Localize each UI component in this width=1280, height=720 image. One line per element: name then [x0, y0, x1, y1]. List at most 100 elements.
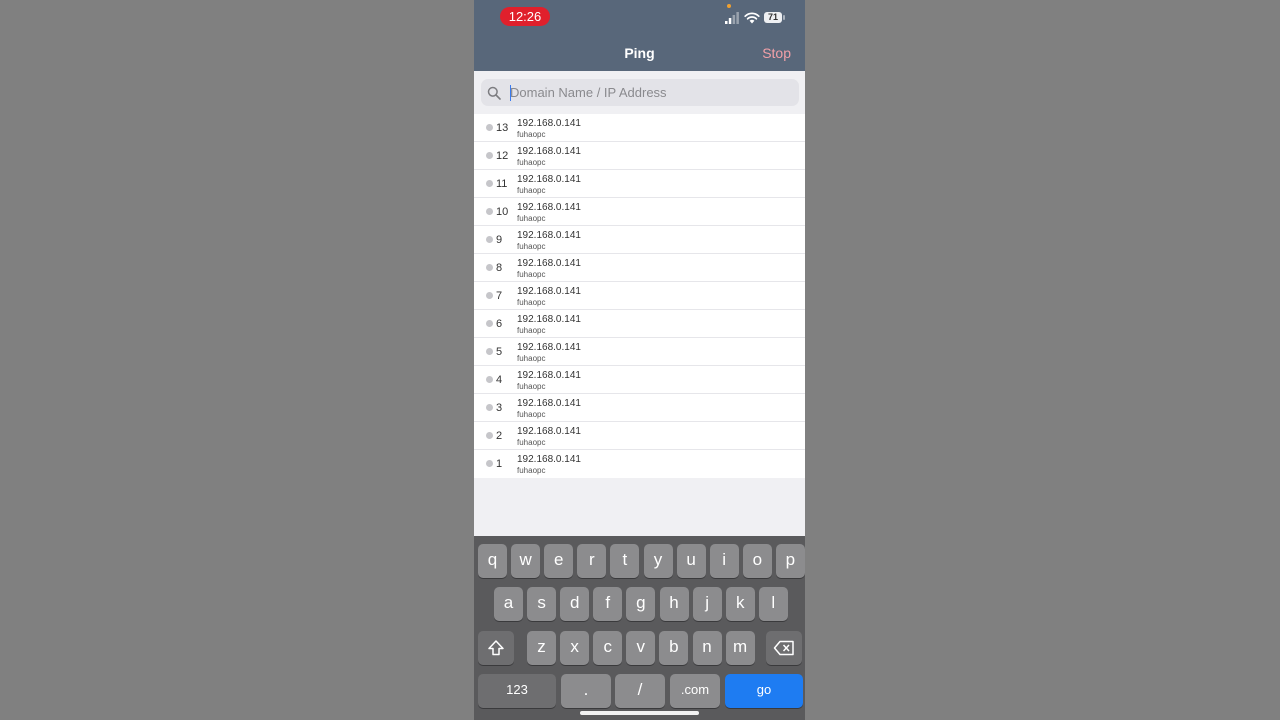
- status-dot: [486, 432, 493, 439]
- ip-address: 192.168.0.141: [517, 174, 581, 185]
- list-item[interactable]: 9 192.168.0.141 fuhaopc: [474, 226, 805, 254]
- battery-level: 71: [764, 12, 782, 23]
- sequence-number: 12: [496, 150, 509, 162]
- key-c[interactable]: c: [593, 631, 623, 665]
- privacy-indicator-dot: [727, 4, 731, 8]
- list-item[interactable]: 1 192.168.0.141 fuhaopc: [474, 450, 805, 478]
- ip-address: 192.168.0.141: [517, 230, 581, 241]
- dotcom-key[interactable]: .com: [670, 674, 720, 708]
- list-item[interactable]: 13 192.168.0.141 fuhaopc: [474, 114, 805, 142]
- sequence-number: 11: [496, 178, 508, 190]
- key-w[interactable]: w: [511, 544, 541, 578]
- dot-key[interactable]: .: [561, 674, 611, 708]
- key-z[interactable]: z: [527, 631, 556, 665]
- battery-tip: [783, 15, 785, 20]
- key-o[interactable]: o: [742, 544, 772, 578]
- status-dot: [486, 208, 493, 215]
- status-dot: [486, 124, 493, 131]
- key-b[interactable]: b: [659, 631, 689, 665]
- ip-address: 192.168.0.141: [517, 202, 581, 213]
- key-h[interactable]: h: [659, 587, 689, 621]
- key-e[interactable]: e: [544, 544, 574, 578]
- delete-icon: [773, 640, 794, 656]
- key-f[interactable]: f: [593, 587, 623, 621]
- key-d[interactable]: d: [560, 587, 590, 621]
- key-r[interactable]: r: [577, 544, 607, 578]
- cellular-signal-icon: [725, 12, 739, 24]
- key-l[interactable]: l: [758, 587, 788, 621]
- sequence-number: 8: [496, 262, 503, 274]
- key-n[interactable]: n: [692, 631, 722, 665]
- search-box[interactable]: [481, 79, 799, 106]
- stop-button[interactable]: Stop: [762, 45, 791, 61]
- host-name: fuhaopc: [517, 382, 546, 391]
- sequence-number: 2: [496, 430, 503, 442]
- battery-icon: 71: [764, 12, 786, 24]
- list-item[interactable]: 12 192.168.0.141 fuhaopc: [474, 142, 805, 170]
- key-i[interactable]: i: [709, 544, 739, 578]
- status-dot: [486, 376, 493, 383]
- key-u[interactable]: u: [676, 544, 706, 578]
- list-item[interactable]: 11 192.168.0.141 fuhaopc: [474, 170, 805, 198]
- status-dot: [486, 264, 493, 271]
- ping-results-list: 13 192.168.0.141 fuhaopc 12 192.168.0.141 fuh…: [474, 114, 805, 478]
- host-name: fuhaopc: [517, 326, 546, 335]
- key-j[interactable]: j: [692, 587, 722, 621]
- go-key[interactable]: go: [725, 674, 803, 708]
- list-item[interactable]: 3 192.168.0.141 fuhaopc: [474, 394, 805, 422]
- wifi-icon: [744, 12, 760, 24]
- list-item[interactable]: 6 192.168.0.141 fuhaopc: [474, 310, 805, 338]
- shift-key[interactable]: [478, 631, 514, 665]
- host-name: fuhaopc: [517, 298, 546, 307]
- keyboard: q w e r t y u i o p a s d f g h j k l z x c v b n m 123. / .com go: [474, 536, 805, 720]
- key-g[interactable]: g: [626, 587, 656, 621]
- key-q[interactable]: q: [478, 544, 507, 578]
- key-x[interactable]: x: [560, 631, 590, 665]
- key-p[interactable]: p: [775, 544, 805, 578]
- list-item[interactable]: 8 192.168.0.141 fuhaopc: [474, 254, 805, 282]
- host-name: fuhaopc: [517, 354, 546, 363]
- host-name: fuhaopc: [517, 214, 546, 223]
- sequence-number: 1: [496, 458, 503, 470]
- status-dot: [486, 348, 493, 355]
- key-s[interactable]: s: [527, 587, 557, 621]
- ip-address: 192.168.0.141: [517, 342, 581, 353]
- page-title: Ping: [624, 45, 655, 61]
- list-item[interactable]: 7 192.168.0.141 fuhaopc: [474, 282, 805, 310]
- sequence-number: 13: [496, 122, 509, 134]
- host-name: fuhaopc: [517, 466, 546, 475]
- delete-key[interactable]: [766, 631, 802, 665]
- navigation-bar: 12:26 71 Ping Stop: [474, 0, 805, 71]
- status-time[interactable]: 12:26: [500, 7, 550, 26]
- ip-address: 192.168.0.141: [517, 370, 581, 381]
- sequence-number: 5: [496, 346, 503, 358]
- home-indicator[interactable]: [580, 711, 699, 715]
- host-name: fuhaopc: [517, 410, 546, 419]
- key-t[interactable]: t: [610, 544, 640, 578]
- slash-key[interactable]: /: [615, 674, 665, 708]
- key-y[interactable]: y: [643, 544, 673, 578]
- search-icon: [487, 86, 501, 100]
- ip-address: 192.168.0.141: [517, 426, 581, 437]
- key-k[interactable]: k: [725, 587, 755, 621]
- list-item[interactable]: 10 192.168.0.141 fuhaopc: [474, 198, 805, 226]
- status-dot: [486, 292, 493, 299]
- host-name: fuhaopc: [517, 186, 546, 195]
- ip-address: 192.168.0.141: [517, 454, 581, 465]
- ip-address: 192.168.0.141: [517, 286, 581, 297]
- search-input[interactable]: [510, 79, 790, 106]
- ip-address: 192.168.0.141: [517, 118, 581, 129]
- status-dot: [486, 320, 493, 327]
- numbers-key[interactable]: 123: [478, 674, 556, 708]
- key-a[interactable]: a: [494, 587, 523, 621]
- shift-icon: [488, 640, 504, 656]
- list-item[interactable]: 4 192.168.0.141 fuhaopc: [474, 366, 805, 394]
- key-v[interactable]: v: [626, 631, 656, 665]
- key-m[interactable]: m: [725, 631, 755, 665]
- list-item[interactable]: 2 192.168.0.141 fuhaopc: [474, 422, 805, 450]
- ip-address: 192.168.0.141: [517, 146, 581, 157]
- host-name: fuhaopc: [517, 438, 546, 447]
- list-item[interactable]: 5 192.168.0.141 fuhaopc: [474, 338, 805, 366]
- search-bar-container: [474, 71, 805, 114]
- host-name: fuhaopc: [517, 158, 546, 167]
